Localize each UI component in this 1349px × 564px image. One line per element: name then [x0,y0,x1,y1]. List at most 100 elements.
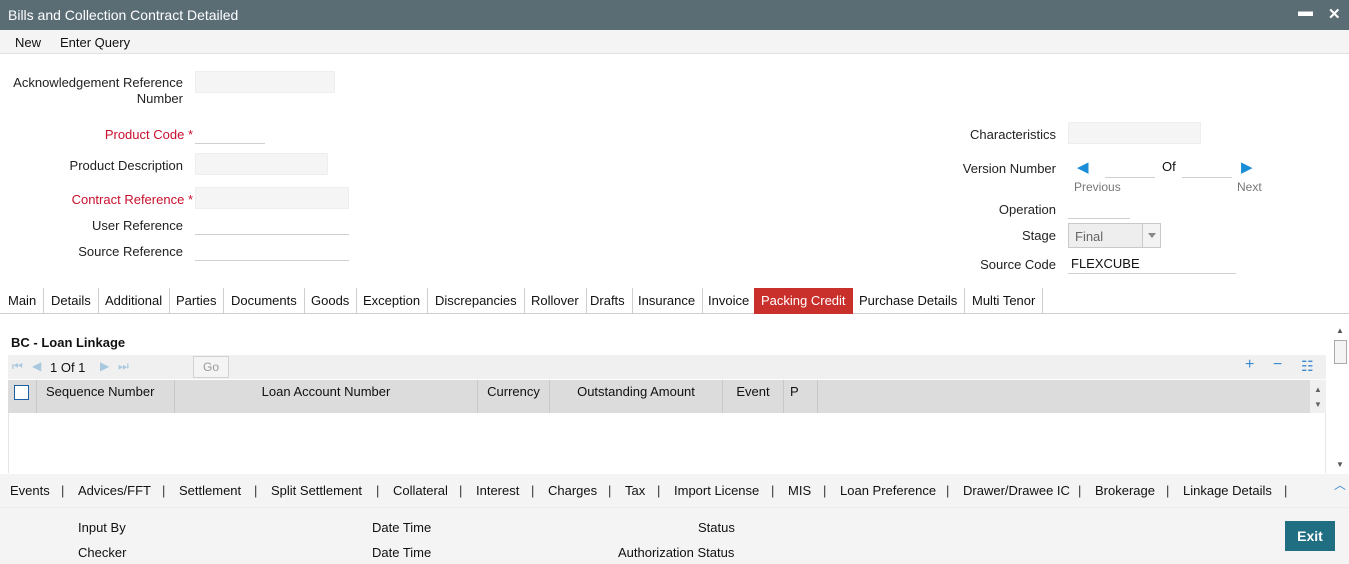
linkage-details-link[interactable]: Linkage Details [1183,483,1272,498]
import-license-link[interactable]: Import License [674,483,759,498]
separator: | [608,483,612,498]
next-page-icon[interactable]: ▶ [100,359,109,373]
tax-link[interactable]: Tax [625,483,645,498]
previous-arrow-icon[interactable]: ◀ [1077,158,1089,176]
loan-preference-link[interactable]: Loan Preference [840,483,936,498]
select-all-cell [8,380,37,413]
checker-label: Checker [78,545,127,560]
checker-date-time-label: Date Time [372,545,432,560]
settlement-link[interactable]: Settlement [179,483,241,498]
tab-main[interactable]: Main [1,288,45,314]
enter-query-menu-item[interactable]: Enter Query [60,35,130,50]
split-settlement-link[interactable]: Split Settlement [271,483,362,498]
mis-link[interactable]: MIS [788,483,811,498]
separator: | [771,483,775,498]
last-page-icon[interactable]: ⏭ [118,359,129,374]
first-page-icon[interactable]: ⏮ [12,359,23,374]
go-button[interactable]: Go [193,356,229,378]
source-code-label: Source Code [980,257,1056,272]
sub-function-bar: Events | Advices/FFT | Settlement | Spli… [0,474,1349,507]
list-view-icon[interactable]: ☷ [1301,358,1314,375]
characteristics-field[interactable] [1068,122,1201,144]
window-title: Bills and Collection Contract Detailed [8,7,239,23]
contract-reference-field[interactable] [195,187,349,209]
input-by-label: Input By [78,520,126,535]
tab-invoice[interactable]: Invoice [701,288,758,314]
next-label[interactable]: Next [1237,180,1262,194]
next-arrow-icon[interactable]: ▶ [1241,158,1253,176]
tab-multi-tenor[interactable]: Multi Tenor [965,288,1044,314]
scroll-down-icon[interactable]: ▼ [1336,460,1344,469]
grid-scroll-down-icon[interactable]: ▼ [1314,400,1322,409]
tab-parties[interactable]: Parties [169,288,225,314]
brokerage-link[interactable]: Brokerage [1095,483,1155,498]
add-row-icon[interactable]: + [1245,356,1254,374]
tab-packing-credit[interactable]: Packing Credit [754,288,853,314]
user-reference-input[interactable] [195,213,349,235]
col-currency[interactable]: Currency [478,380,550,413]
stage-select[interactable]: Final [1068,223,1161,248]
tab-details[interactable]: Details [44,288,99,314]
source-reference-input[interactable] [195,239,349,261]
ack-ref-label-line1: Acknowledgement Reference [13,75,183,90]
events-link[interactable]: Events [10,483,50,498]
prev-page-icon[interactable]: ◀ [32,359,41,373]
close-icon[interactable]: ✕ [1328,5,1341,23]
version-number-label: Version Number [962,161,1056,176]
tab-strip: Main Details Additional Parties Document… [0,288,1349,314]
tab-purchase-details[interactable]: Purchase Details [852,288,966,314]
operation-input[interactable] [1068,197,1130,219]
charges-link[interactable]: Charges [548,483,597,498]
menu-bar: New Enter Query [0,30,1349,54]
advices-fft-link[interactable]: Advices/FFT [78,483,151,498]
source-reference-label: Source Reference [78,244,183,259]
separator: | [1284,483,1288,498]
exit-button[interactable]: Exit [1285,521,1335,551]
drawer-drawee-ic-link[interactable]: Drawer/Drawee IC [963,483,1070,498]
separator: | [823,483,827,498]
tab-rollover[interactable]: Rollover [524,288,587,314]
stage-select-value: Final [1075,229,1104,244]
col-event[interactable]: Event [723,380,784,413]
source-code-input[interactable]: FLEXCUBE [1068,252,1236,274]
tab-exception[interactable]: Exception [356,288,429,314]
version-total-input[interactable] [1182,156,1232,178]
product-description-label: Product Description [69,158,183,173]
stage-label: Stage [1022,228,1056,243]
grid-scroll-up-icon[interactable]: ▲ [1314,385,1322,394]
col-outstanding-amount[interactable]: Outstanding Amount [550,380,723,413]
ack-ref-field[interactable] [195,71,335,93]
collateral-link[interactable]: Collateral [393,483,448,498]
previous-label[interactable]: Previous [1074,180,1121,194]
col-sequence-number[interactable]: Sequence Number [37,380,175,413]
grid-header: Sequence Number Loan Account Number Curr… [8,380,1310,413]
characteristics-label: Characteristics [970,127,1056,142]
page-indicator: 1 Of 1 [50,360,86,375]
separator: | [459,483,463,498]
scroll-up-icon[interactable]: ▲ [1336,326,1344,335]
contract-reference-label: Contract Reference * [71,192,193,207]
tab-documents[interactable]: Documents [224,288,305,314]
separator: | [1166,483,1170,498]
tab-goods[interactable]: Goods [304,288,358,314]
product-code-input[interactable] [195,122,265,144]
select-all-checkbox[interactable] [14,385,29,400]
tab-discrepancies[interactable]: Discrepancies [428,288,525,314]
product-description-field[interactable] [195,153,328,175]
page-scrollbar[interactable]: ▲ ▼ [1333,322,1348,472]
minimize-icon[interactable]: ▬ [1298,3,1313,20]
tab-drafts[interactable]: Drafts [583,288,633,314]
tab-additional[interactable]: Additional [98,288,171,314]
new-menu-item[interactable]: New [15,35,41,50]
version-number-input[interactable] [1105,156,1155,178]
separator: | [657,483,661,498]
col-loan-account-number[interactable]: Loan Account Number [175,380,478,413]
col-p[interactable]: P [784,380,818,413]
scroll-thumb[interactable] [1334,340,1347,364]
delete-row-icon[interactable]: − [1273,356,1282,374]
interest-link[interactable]: Interest [476,483,519,498]
collapse-chevron-icon[interactable]: ︿ [1334,476,1346,493]
tab-insurance[interactable]: Insurance [631,288,704,314]
operation-label: Operation [998,202,1056,217]
grid-scrollbar[interactable]: ▲ ▼ [1310,380,1326,413]
